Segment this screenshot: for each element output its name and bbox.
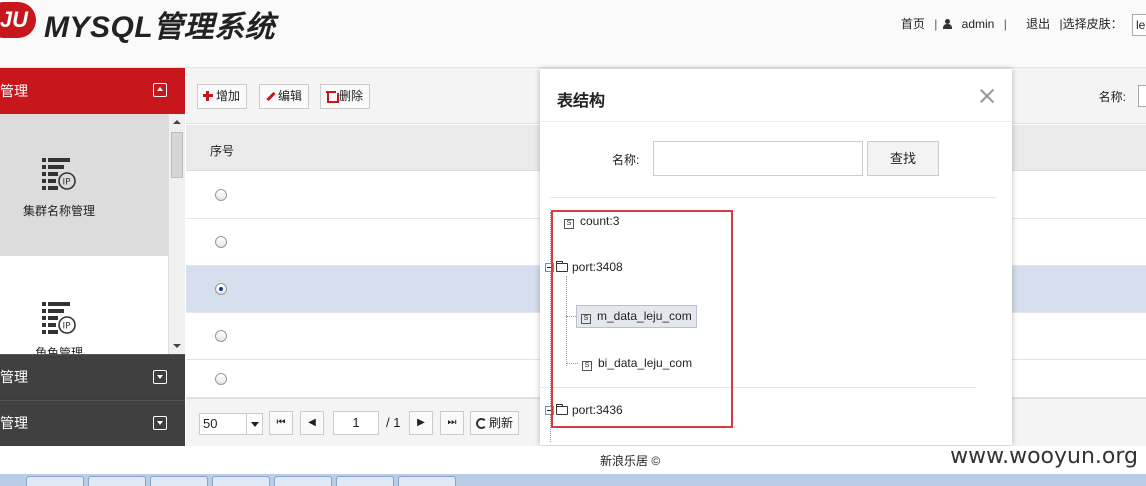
- taskbar-item[interactable]: [274, 476, 332, 486]
- sidebar-tile-role[interactable]: IP 角色管理: [0, 258, 168, 354]
- add-button-label: 增加: [216, 89, 241, 103]
- plus-icon: [203, 91, 213, 101]
- app-header: JU MYSQL管理系统 首页 | admin | 退出 |选择皮肤： le: [0, 0, 1146, 68]
- add-button[interactable]: 增加: [197, 84, 248, 109]
- sidebar-group[interactable]: 管理: [0, 354, 185, 399]
- user-icon: [943, 19, 953, 30]
- sidebar: 管理 IP 集群名称管理 IP 角色管理 管理 管理: [0, 68, 185, 446]
- search-button[interactable]: 查找: [867, 141, 939, 176]
- nav-logout-link[interactable]: 退出: [1026, 17, 1050, 31]
- expand-icon[interactable]: [153, 416, 167, 430]
- server-ip-icon: IP: [42, 302, 76, 334]
- scroll-up-icon[interactable]: [173, 120, 181, 124]
- edit-button-label: 编辑: [278, 89, 303, 103]
- sidebar-group[interactable]: 管理: [0, 400, 185, 445]
- first-page-button[interactable]: ⏮: [269, 411, 293, 435]
- taskbar-item[interactable]: [336, 476, 394, 486]
- refresh-button[interactable]: 刷新: [470, 411, 520, 435]
- chevron-down-icon[interactable]: [246, 414, 262, 434]
- sidebar-scrollbar[interactable]: [168, 114, 185, 354]
- taskbar-item[interactable]: [88, 476, 146, 486]
- first-page-icon: ⏮: [276, 417, 286, 428]
- prev-page-icon: ◀: [308, 417, 316, 428]
- scroll-thumb[interactable]: [171, 132, 183, 178]
- row-radio[interactable]: [215, 373, 227, 385]
- sidebar-group-label: 管理: [0, 369, 28, 385]
- taskbar-item[interactable]: [26, 476, 84, 486]
- svg-text:IP: IP: [63, 178, 72, 188]
- sidebar-group-label: 管理: [0, 83, 28, 99]
- trash-icon: [326, 91, 339, 103]
- refresh-icon: [476, 418, 487, 429]
- taskbar-item[interactable]: [398, 476, 456, 486]
- nav-home-link[interactable]: 首页: [901, 17, 925, 31]
- sidebar-panel: IP 集群名称管理 IP 角色管理: [0, 114, 185, 354]
- taskbar-item[interactable]: [150, 476, 208, 486]
- sidebar-tile-label: 角色管理: [34, 346, 83, 354]
- prev-page-button[interactable]: ◀: [300, 411, 324, 435]
- annotation-highlight-box: [551, 210, 733, 428]
- search-label: 名称:: [612, 153, 640, 167]
- close-icon[interactable]: [978, 87, 996, 105]
- delete-button[interactable]: 删除: [320, 84, 371, 109]
- divider: [550, 197, 996, 198]
- svg-text:IP: IP: [63, 322, 72, 332]
- skin-select[interactable]: le: [1132, 14, 1146, 36]
- refresh-label: 刷新: [489, 416, 514, 430]
- row-radio[interactable]: [215, 189, 227, 201]
- next-page-button[interactable]: ▶: [409, 411, 433, 435]
- page-size-select[interactable]: 50: [199, 413, 263, 435]
- search-input[interactable]: [653, 141, 863, 176]
- sidebar-tile-label: 集群名称管理: [22, 204, 95, 218]
- pencil-icon: [265, 91, 275, 101]
- watermark: www.wooyun.org: [950, 444, 1138, 469]
- nav-user-link[interactable]: admin: [962, 17, 995, 31]
- nav-separator: |: [1003, 17, 1007, 32]
- row-radio[interactable]: [215, 236, 227, 248]
- edit-button[interactable]: 编辑: [259, 84, 310, 109]
- name-filter-input[interactable]: [1138, 85, 1146, 107]
- sidebar-group-active[interactable]: 管理: [0, 68, 185, 114]
- collapse-icon[interactable]: [153, 83, 167, 97]
- skin-label: |选择皮肤：: [1059, 17, 1123, 32]
- row-radio[interactable]: [215, 283, 227, 295]
- next-page-icon: ▶: [417, 417, 425, 428]
- sidebar-tile-cluster[interactable]: IP 集群名称管理: [0, 114, 168, 256]
- expand-icon[interactable]: [153, 370, 167, 384]
- logo-badge: JU: [0, 2, 36, 38]
- page-footer: 新浪乐居 © www.wooyun.org: [0, 444, 1146, 474]
- top-nav: 首页 | admin | 退出 |选择皮肤： le: [895, 14, 1146, 36]
- page-size-value: 50: [203, 416, 218, 431]
- page-total: / 1: [386, 415, 401, 430]
- delete-button-label: 删除: [339, 89, 364, 103]
- app-title: MYSQL管理系统: [44, 11, 276, 44]
- sidebar-group-label: 管理: [0, 415, 28, 431]
- server-ip-icon: IP: [42, 158, 76, 190]
- nav-separator: |: [934, 17, 938, 32]
- os-taskbar: [0, 474, 1146, 486]
- name-filter-label: 名称:: [1098, 90, 1126, 104]
- scroll-down-icon[interactable]: [173, 344, 181, 348]
- column-header-seq: 序号: [210, 144, 235, 158]
- row-radio[interactable]: [215, 330, 227, 342]
- page-number-input[interactable]: 1: [333, 411, 379, 435]
- taskbar-item[interactable]: [212, 476, 270, 486]
- dialog-title: 表结构: [557, 93, 606, 110]
- last-page-button[interactable]: ⏭: [440, 411, 464, 435]
- divider: [540, 121, 1012, 122]
- last-page-icon: ⏭: [447, 417, 457, 428]
- copyright-text: 新浪乐居 ©: [600, 454, 661, 468]
